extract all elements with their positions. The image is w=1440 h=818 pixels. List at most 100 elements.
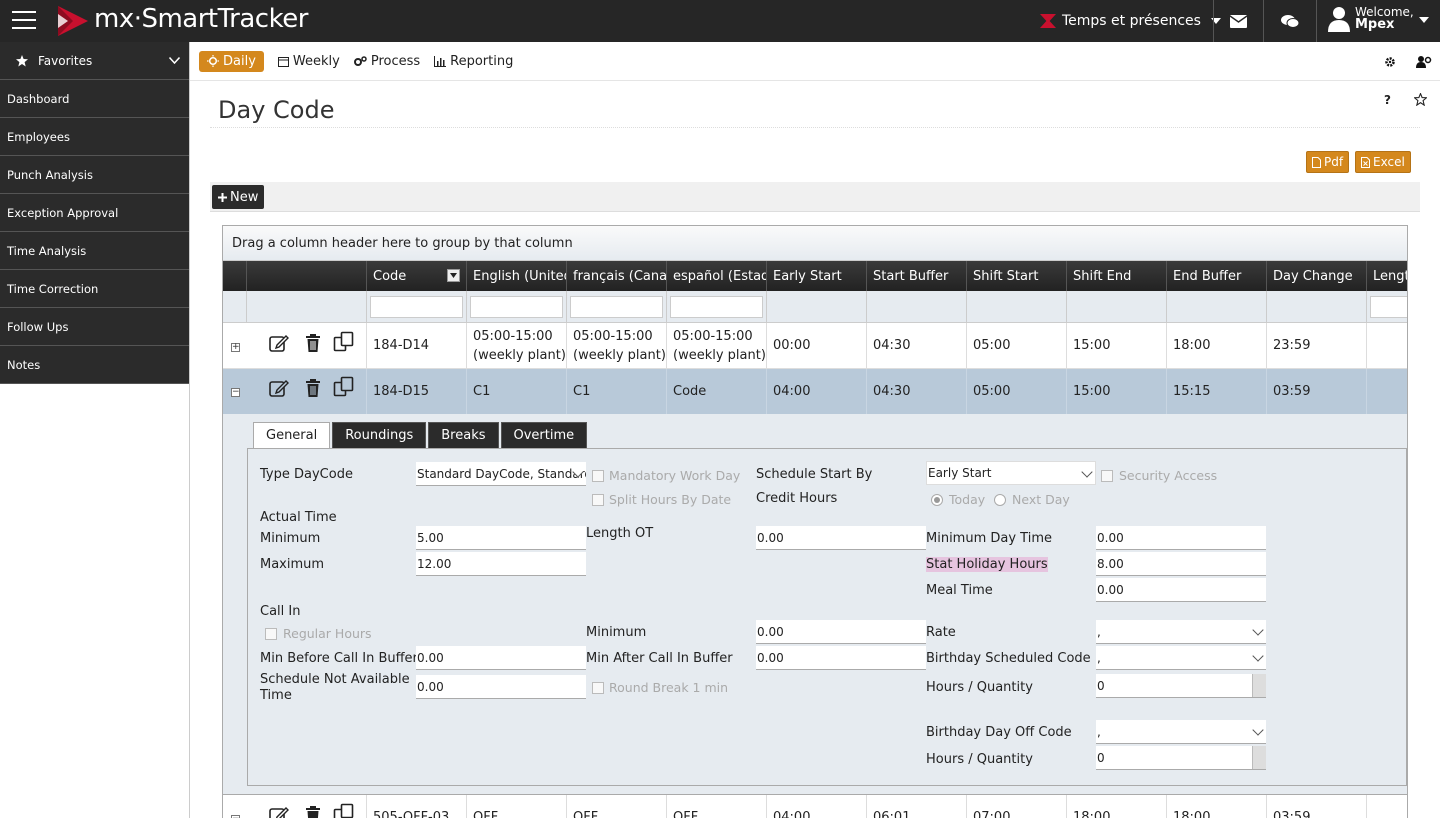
collapse-icon[interactable]: −	[231, 388, 240, 397]
header-start-buffer[interactable]: Start Buffer	[867, 261, 967, 291]
header-french[interactable]: français (Canad	[567, 261, 667, 291]
weekly-button[interactable]: Weekly	[277, 54, 340, 69]
messages-button[interactable]	[1213, 0, 1263, 42]
stat-holiday-input[interactable]: 8.00	[1096, 552, 1266, 576]
min-day-time-input[interactable]: 0.00	[1096, 526, 1266, 550]
birthday-scheduled-value: ,	[1097, 650, 1101, 665]
header-code[interactable]: Code	[367, 261, 467, 291]
schedule-na-input[interactable]: 0.00	[416, 675, 586, 699]
round-break-checkbox[interactable]	[592, 682, 604, 694]
reporting-button[interactable]: Reporting	[434, 54, 513, 69]
grid-toolbar: New	[210, 182, 1420, 212]
cell-length	[1367, 323, 1407, 368]
today-radio[interactable]	[931, 494, 943, 506]
table-row[interactable]: + 184-D14 05:00-15:00 (weekly plant) 05:0…	[223, 323, 1407, 369]
sidebar-item-employees[interactable]: Employees	[0, 118, 189, 156]
delete-icon[interactable]	[303, 333, 323, 353]
copy-icon[interactable]	[333, 803, 355, 818]
maximum-input[interactable]: 12.00	[416, 552, 586, 576]
delete-icon[interactable]	[303, 805, 323, 818]
tab-general[interactable]: General	[253, 422, 331, 448]
help-icon[interactable]: ?	[1384, 93, 1391, 107]
module-selector[interactable]: Temps et présences	[1040, 0, 1231, 42]
mandatory-checkbox[interactable]	[592, 470, 604, 482]
users-settings-icon[interactable]	[1416, 55, 1432, 68]
meal-time-input[interactable]: 0.00	[1096, 578, 1266, 602]
hours-qty2-label: Hours / Quantity	[926, 752, 1033, 767]
chevron-down-icon	[1252, 650, 1264, 662]
sidebar-item-follow-ups[interactable]: Follow Ups	[0, 308, 189, 346]
sidebar-item-punch-analysis[interactable]: Punch Analysis	[0, 156, 189, 194]
hours-qty2-input[interactable]: 0	[1096, 746, 1266, 770]
birthday-off-select[interactable]: ,	[1096, 720, 1266, 744]
cell-shift-end: 18:00	[1067, 795, 1167, 818]
minimum-input[interactable]: 5.00	[416, 526, 586, 550]
header-early-start[interactable]: Early Start	[767, 261, 867, 291]
header-english[interactable]: English (United	[467, 261, 567, 291]
edit-icon[interactable]	[269, 378, 289, 398]
filter-menu-icon[interactable]	[447, 269, 460, 282]
sidebar-item-notes[interactable]: Notes	[0, 346, 189, 384]
process-button[interactable]: Process	[353, 54, 420, 69]
rate-select[interactable]: ,	[1096, 620, 1266, 644]
pdf-button[interactable]: Pdf	[1306, 151, 1350, 173]
delete-icon[interactable]	[303, 378, 323, 398]
filter-code-input[interactable]	[370, 296, 463, 318]
tab-roundings[interactable]: Roundings	[332, 422, 427, 448]
copy-icon[interactable]	[333, 331, 355, 353]
min-before-input[interactable]: 0.00	[416, 646, 586, 670]
bar-chart-icon	[434, 55, 447, 67]
copy-icon[interactable]	[333, 376, 355, 398]
filter-spacer	[767, 291, 867, 323]
table-row[interactable]: − 505-OFF-03 OFF OFF OFF 04:00 06:01 07:…	[223, 794, 1407, 818]
sidebar-item-exception-approval[interactable]: Exception Approval	[0, 194, 189, 232]
regular-hours-checkbox[interactable]	[265, 628, 277, 640]
header-spanish[interactable]: español (Estado	[667, 261, 767, 291]
filter-length-input[interactable]	[1370, 296, 1407, 318]
spinner-arrows-icon[interactable]	[1252, 746, 1266, 769]
excel-button[interactable]: Excel	[1355, 151, 1411, 173]
length-ot-input[interactable]: 0.00	[756, 526, 926, 550]
next-day-radio[interactable]	[994, 494, 1006, 506]
schedule-na-label: Schedule Not Available Time	[260, 672, 410, 704]
cell-shift-start: 05:00	[967, 323, 1067, 368]
expand-icon[interactable]: +	[231, 343, 240, 352]
gear-icon[interactable]	[1384, 56, 1396, 68]
group-by-bar[interactable]: Drag a column header here to group by th…	[223, 226, 1407, 261]
user-menu[interactable]: Welcome, Mpex	[1316, 0, 1440, 42]
favorites-toggle[interactable]: Favorites	[0, 42, 189, 80]
header-shift-end[interactable]: Shift End	[1067, 261, 1167, 291]
filter-english-input[interactable]	[470, 296, 563, 318]
new-button[interactable]: New	[212, 185, 265, 209]
hours-qty-input[interactable]: 0	[1096, 674, 1266, 698]
birthday-scheduled-select[interactable]: ,	[1096, 646, 1266, 670]
cell-code: 184-D15	[367, 369, 467, 414]
edit-icon[interactable]	[269, 333, 289, 353]
spinner-arrows-icon[interactable]	[1252, 674, 1266, 697]
sidebar-item-time-correction[interactable]: Time Correction	[0, 270, 189, 308]
type-daycode-select[interactable]: Standard DayCode, Standard	[416, 462, 586, 486]
edit-icon[interactable]	[269, 805, 289, 818]
sidebar-item-dashboard[interactable]: Dashboard	[0, 80, 189, 118]
daily-button[interactable]: Daily	[199, 50, 264, 72]
header-shift-start[interactable]: Shift Start	[967, 261, 1067, 291]
filter-french-input[interactable]	[570, 296, 663, 318]
menu-icon[interactable]	[12, 11, 36, 31]
schedule-na-line2: Time	[260, 688, 292, 703]
schedule-start-select[interactable]: Early Start	[926, 461, 1096, 485]
chat-button[interactable]	[1263, 0, 1316, 42]
tab-overtime[interactable]: Overtime	[500, 422, 588, 448]
filter-spanish-input[interactable]	[670, 296, 763, 318]
star-outline-icon[interactable]	[1414, 93, 1427, 106]
call-in-minimum-input[interactable]: 0.00	[756, 620, 926, 644]
pdf-label: Pdf	[1324, 155, 1344, 169]
table-row-selected[interactable]: − 184-D15 C1 C1 Code 04:00 04:30 05:00 1…	[223, 369, 1407, 414]
tab-breaks[interactable]: Breaks	[428, 422, 499, 448]
header-length[interactable]: Lengt	[1367, 261, 1407, 291]
header-end-buffer[interactable]: End Buffer	[1167, 261, 1267, 291]
min-after-input[interactable]: 0.00	[756, 646, 926, 670]
split-hours-checkbox[interactable]	[592, 494, 604, 506]
security-access-checkbox[interactable]	[1101, 470, 1113, 482]
header-day-change[interactable]: Day Change	[1267, 261, 1367, 291]
sidebar-item-time-analysis[interactable]: Time Analysis	[0, 232, 189, 270]
